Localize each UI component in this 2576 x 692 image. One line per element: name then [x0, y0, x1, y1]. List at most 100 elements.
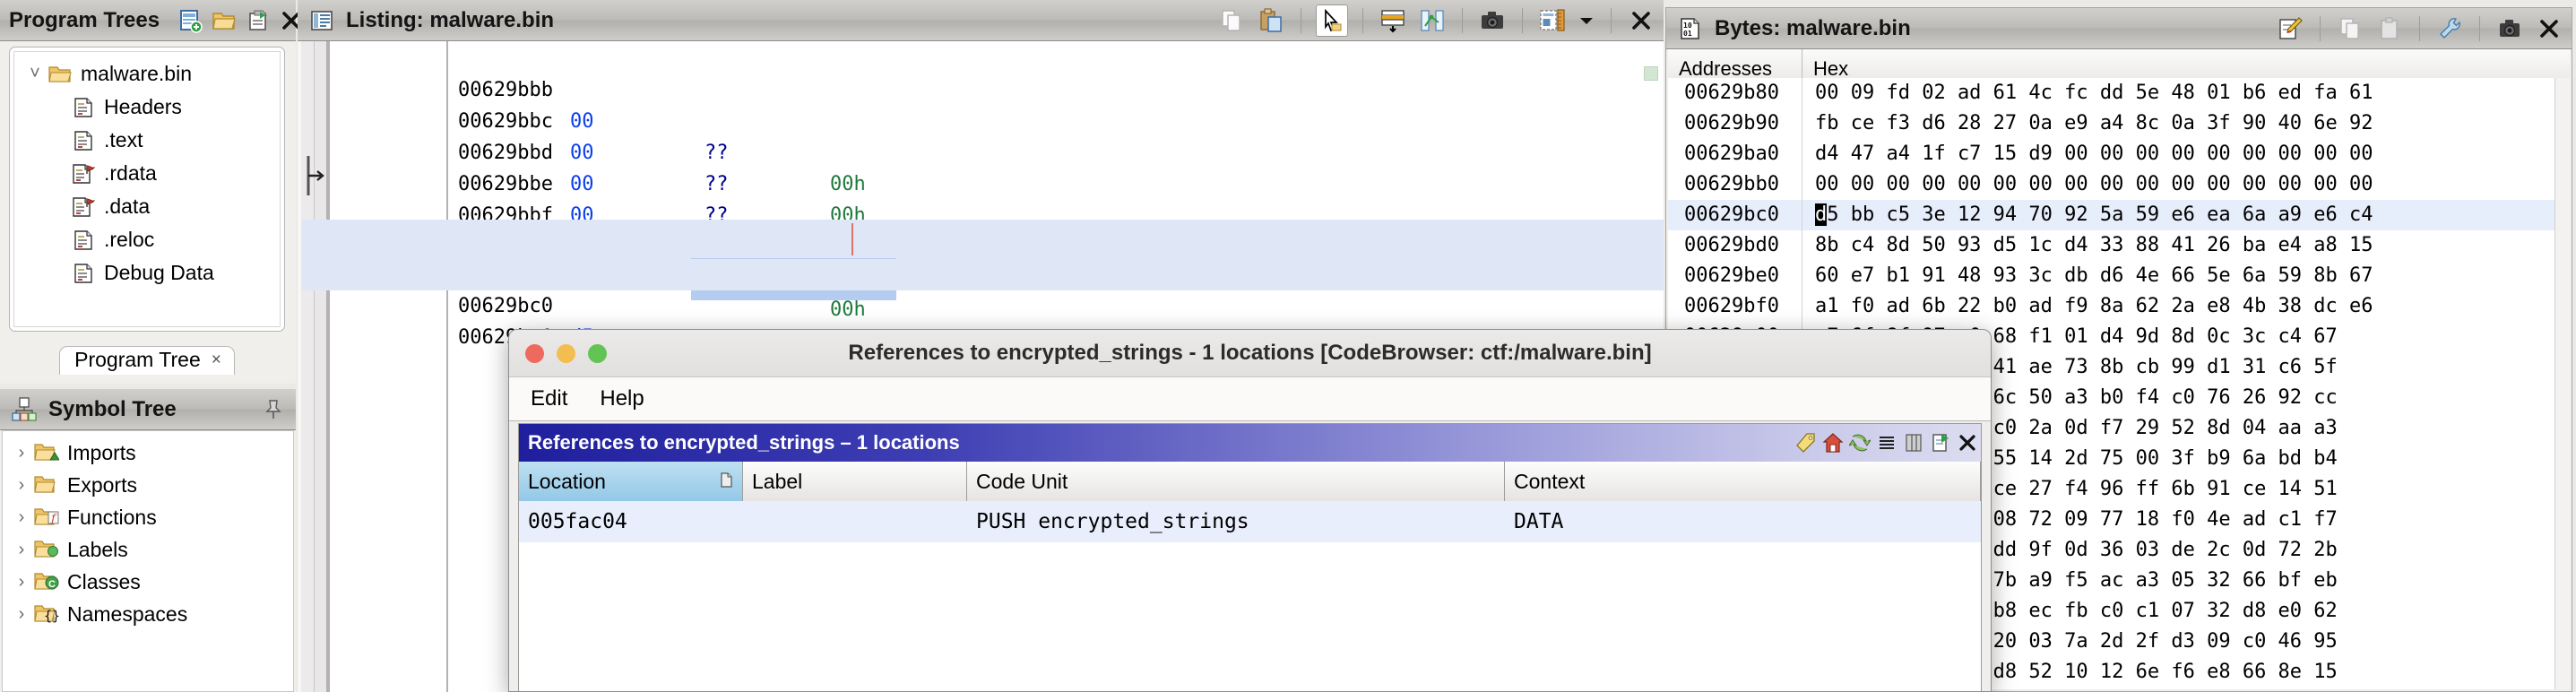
sidebar-item-functions[interactable]: › f Functions	[6, 501, 293, 533]
dialog-menubar: Edit Help	[509, 377, 1991, 421]
paste-icon[interactable]	[1256, 5, 1286, 36]
fragment-flag-icon	[70, 163, 97, 185]
sidebar-item-label: Classes	[67, 569, 141, 593]
tree-node-headers[interactable]: Headers	[18, 91, 276, 124]
diff-graph-icon[interactable]	[1417, 5, 1448, 36]
chevron-right-icon[interactable]: ›	[10, 604, 33, 625]
toggle-fields-icon[interactable]	[1537, 5, 1568, 36]
byte-address: 00629bd0	[1668, 230, 1802, 261]
tree-node-malware-bin[interactable]: ˅ malware.bin	[18, 57, 276, 91]
sidebar-item-labels[interactable]: › Labels	[6, 533, 293, 566]
listing-blank-row	[301, 200, 1664, 220]
listing-row[interactable]: 00629bbb 00 ?? 00h	[301, 43, 1664, 195]
table-row[interactable]: 00629be0 60 e7 b1 91 48 93 3c db d6 4e 66…	[1668, 261, 2570, 291]
symbol-tree[interactable]: › Imports › Exports › f Functions › Labe…	[2, 430, 294, 692]
tree-node-data[interactable]: .data	[18, 190, 276, 223]
highlight-tag-icon[interactable]	[1793, 429, 1820, 456]
edit-bytes-icon[interactable]	[2275, 13, 2305, 44]
tree-node-label: malware.bin	[81, 62, 192, 85]
chevron-right-icon[interactable]: ›	[10, 507, 33, 528]
folder-labels-icon	[33, 540, 60, 559]
open-folder-icon[interactable]	[212, 5, 237, 36]
program-tree[interactable]: ˅ malware.bin Headers .text .rdata .data…	[13, 51, 281, 327]
listing-row[interactable]: 00629bbd 00 ?? 00h	[301, 106, 1664, 258]
menu-edit[interactable]: Edit	[531, 386, 567, 411]
sidebar-item-exports[interactable]: › Exports	[6, 469, 293, 501]
tree-node-debug-data[interactable]: Debug Data	[18, 256, 276, 290]
tree-node-label: .data	[104, 195, 151, 218]
folder-imports-icon	[33, 443, 60, 463]
cursor-select-icon[interactable]	[1316, 4, 1348, 37]
chevron-right-icon[interactable]: ›	[10, 443, 33, 463]
close-icon[interactable]	[1626, 5, 1656, 36]
listing-label-row[interactable]: encrypted_strings	[301, 220, 1664, 300]
selected-nibble[interactable]: d	[1815, 203, 1828, 226]
column-header-context[interactable]: Context	[1505, 462, 1981, 501]
menu-help[interactable]: Help	[600, 386, 644, 411]
sidebar-item-classes[interactable]: › C Classes	[6, 566, 293, 598]
close-icon[interactable]	[2534, 13, 2564, 44]
list-icon[interactable]	[1873, 429, 1900, 456]
bytes-titlebar: 10 01 Bytes: malware.bin	[1666, 8, 2572, 49]
sidebar-item-imports[interactable]: › Imports	[6, 437, 293, 469]
cell-location: 005fac04	[528, 510, 627, 533]
table-row[interactable]: 00629ba0 d4 47 a4 1f c7 15 d9 00 00 00 00…	[1668, 139, 2570, 169]
byte-address: 00629b80	[1668, 78, 1802, 108]
sidebar-item-namespaces[interactable]: › {} Namespaces	[6, 598, 293, 630]
table-row[interactable]: 00629bd0 8b c4 8d 50 93 d5 1c d4 33 88 41…	[1668, 230, 2570, 261]
folder-namespaces-icon: {}	[33, 604, 60, 624]
home-icon[interactable]	[1820, 429, 1846, 456]
tree-node-reloc[interactable]: .reloc	[18, 223, 276, 256]
table-row[interactable]: 00629b80 00 09 fd 02 ad 61 4c fc dd 5e 48…	[1668, 78, 2570, 108]
listing-row[interactable]: 00629bbf 00 ?? 00h	[301, 169, 1664, 321]
references-dialog: References to encrypted_strings - 1 loca…	[508, 329, 1992, 692]
folder-exports-icon	[33, 475, 60, 495]
column-header-label-col[interactable]: Label	[743, 462, 967, 501]
close-icon[interactable]	[1954, 429, 1981, 456]
tree-node-label: Debug Data	[104, 261, 214, 284]
snapshot-camera-icon[interactable]	[1477, 5, 1508, 36]
copy-icon[interactable]	[2335, 13, 2365, 44]
pin-icon[interactable]	[258, 394, 289, 425]
chevron-right-icon[interactable]: ›	[10, 475, 33, 496]
tab-close-icon[interactable]: ×	[212, 350, 221, 370]
column-header-code-unit[interactable]: Code Unit	[967, 462, 1505, 501]
wrench-icon[interactable]	[2434, 13, 2465, 44]
table-row[interactable]: 00629bf0 a1 f0 ad 6b 22 b0 ad f9 8a 62 2a…	[1668, 291, 2570, 322]
table-row[interactable]: 005fac04 PUSH encrypted_strings DATA	[519, 501, 1981, 542]
listing-row[interactable]: 00629bbc 00 ?? 00h	[301, 74, 1664, 227]
table-row[interactable]: 00629bb0 00 00 00 00 00 00 00 00 00 00 00…	[1668, 169, 2570, 200]
listing-row[interactable]: 00629bc1 bb ?? BBh	[301, 290, 1664, 443]
table-row[interactable]: 00629b90 fb ce f3 d6 28 27 0a e9 a4 8c 0a…	[1668, 108, 2570, 139]
tab-label: Program Tree	[74, 348, 201, 371]
new-tree-icon[interactable]	[177, 5, 203, 36]
snapshot-camera-icon[interactable]	[2494, 13, 2525, 44]
paste-icon[interactable]	[2374, 13, 2405, 44]
columns-icon[interactable]	[1900, 429, 1927, 456]
chevron-right-icon[interactable]: ›	[10, 540, 33, 560]
export-table-icon[interactable]	[1927, 429, 1954, 456]
copy-icon[interactable]	[1216, 5, 1247, 36]
chevron-down-icon[interactable]: ˅	[23, 64, 47, 84]
fragment-icon	[70, 97, 97, 118]
export-icon[interactable]	[246, 5, 271, 36]
tree-node-text[interactable]: .text	[18, 124, 276, 157]
chevron-right-icon[interactable]: ›	[10, 572, 33, 593]
listing-row[interactable]: 00629bbe 00 ?? 00h	[301, 137, 1664, 290]
listing-title: Listing: malware.bin	[346, 7, 555, 32]
tree-node-rdata[interactable]: .rdata	[18, 157, 276, 190]
listing-row[interactable]: 00629bc0 d5 ?? D5h	[301, 259, 1664, 411]
byte-hex: 00 00 00 00 00 00 00 00 00 00 00 00 00 0…	[1815, 173, 2373, 195]
tab-program-tree[interactable]: Program Tree ×	[59, 346, 235, 375]
refresh-icon[interactable]	[1846, 429, 1873, 456]
column-header-location[interactable]: Location	[519, 462, 743, 501]
add-table-row-icon[interactable]	[1378, 5, 1408, 36]
bytes-scrollbar[interactable]	[2554, 78, 2570, 689]
sidebar-item-label: Labels	[67, 537, 128, 561]
fragment-icon	[70, 229, 97, 251]
table-row-selected[interactable]: 00629bc0 d5 bb c5 3e 12 94 70 92 5a 59 e6…	[1668, 200, 2570, 230]
tree-node-label: Headers	[104, 95, 182, 118]
dropdown-arrow-icon[interactable]	[1577, 5, 1596, 36]
sidebar-item-label: Functions	[67, 505, 157, 529]
dialog-titlebar[interactable]: References to encrypted_strings - 1 loca…	[509, 330, 1991, 377]
